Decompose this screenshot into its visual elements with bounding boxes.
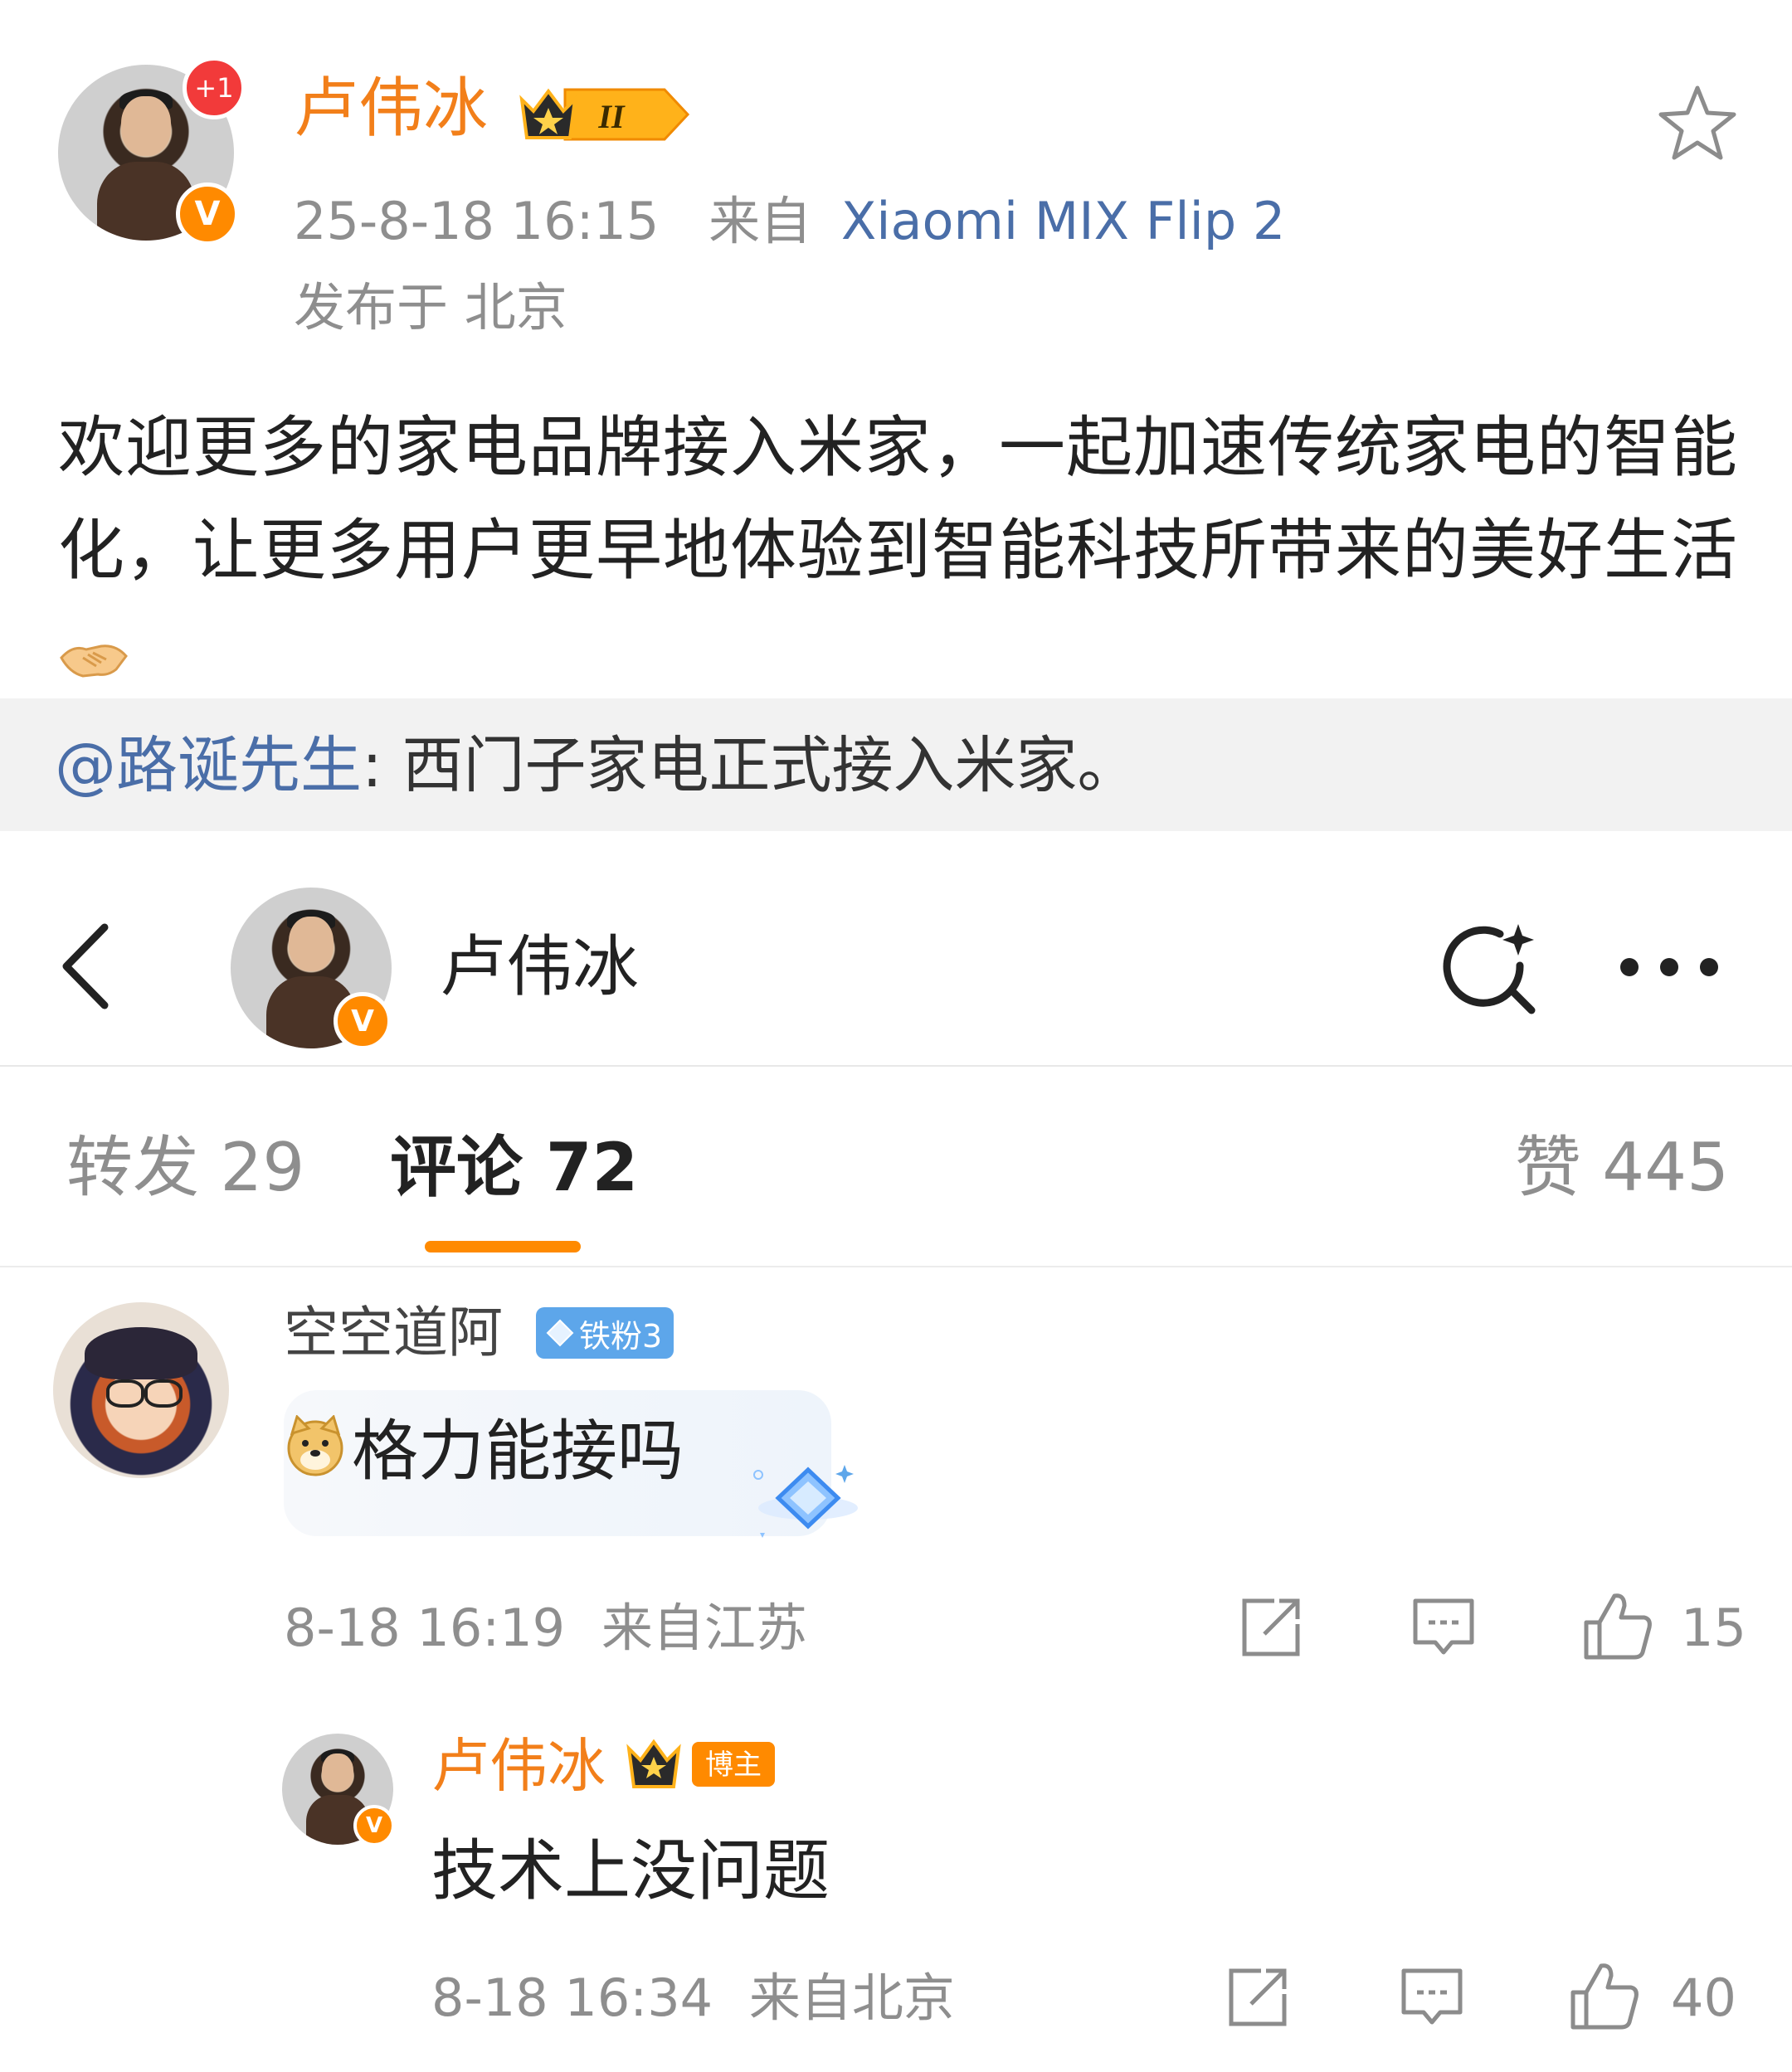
mention-link[interactable]: @路诞先生 — [55, 730, 362, 801]
commenter-avatar[interactable] — [53, 1302, 229, 1478]
like-thumb-icon[interactable] — [1568, 1959, 1641, 2032]
reply-text: 技术上没问题 — [431, 1832, 830, 1909]
post-text: 欢迎更多的家电品牌接入米家，一起加速传统家电的智能化，让更多用户更早地体验到智能… — [58, 396, 1751, 705]
more-options-icon[interactable] — [1618, 944, 1721, 990]
avatar-face — [121, 96, 171, 157]
reply-icon[interactable] — [1410, 1594, 1477, 1661]
reply-author-name[interactable]: 卢伟冰 — [431, 1737, 606, 1795]
reply-time: 8-18 16:34 — [431, 1967, 713, 2028]
avatar-glasses — [105, 1379, 144, 1408]
reply-icon[interactable] — [1399, 1964, 1465, 2031]
comment-meta: 8-18 16:19 来自江苏 — [284, 1603, 807, 1654]
back-arrow-icon[interactable] — [53, 921, 123, 1012]
comment-text: 格力能接吗 — [352, 1413, 684, 1490]
commenter-name[interactable]: 空空道阿 — [284, 1306, 503, 1360]
avatar-face — [322, 1753, 353, 1792]
verified-badge-icon: V — [353, 1805, 395, 1846]
doge-icon — [287, 1415, 343, 1476]
divider — [0, 1266, 1792, 1267]
share-icon[interactable] — [1238, 1594, 1304, 1661]
author-name[interactable]: 卢伟冰 — [294, 76, 488, 141]
avatar-face — [288, 916, 334, 971]
reply-location: 来自北京 — [748, 1967, 955, 2028]
level-label: II — [597, 98, 626, 135]
nav-user-name[interactable]: 卢伟冰 — [440, 934, 639, 1000]
comment-time: 8-18 16:19 — [284, 1598, 566, 1658]
post-source-prefix: 来自 — [709, 191, 812, 251]
quoted-repost-text: @路诞先生: 西门子家电正式接入米家。 — [55, 735, 1138, 796]
fan-badge-label: 铁粉3 — [579, 1317, 663, 1355]
handshake-icon — [60, 644, 128, 678]
reply-meta: 8-18 16:34 来自北京 — [431, 1972, 955, 2024]
fan-level-badge: 铁粉3 — [536, 1307, 674, 1359]
post-text-content: 欢迎更多的家电品牌接入米家，一起加速传统家电的智能化，让更多用户更早地体验到智能… — [58, 409, 1738, 589]
divider — [0, 1065, 1792, 1067]
verified-badge-icon: V — [176, 182, 239, 246]
post-time: 25-8-18 16:15 — [294, 191, 660, 251]
like-count: 15 — [1681, 1598, 1746, 1658]
author-badge-label: 博主 — [705, 1749, 762, 1782]
avatar-hair — [85, 1326, 197, 1380]
tab-like[interactable]: 赞 445 — [1515, 1135, 1729, 1201]
diamond-decoration-icon — [753, 1465, 858, 1538]
comment-location: 来自江苏 — [601, 1598, 807, 1658]
crown-level-badge-icon: II — [519, 88, 690, 141]
like-thumb-icon[interactable] — [1581, 1589, 1654, 1662]
post-meta: 25-8-18 16:15 来自 Xiaomi MIX Flip 2 — [294, 196, 1285, 247]
tab-repost[interactable]: 转发 29 — [66, 1135, 304, 1201]
verified-badge-icon: V — [334, 992, 392, 1050]
follow-plus-badge: +1 — [183, 56, 246, 119]
diamond-icon — [546, 1319, 574, 1347]
favorite-star-icon[interactable] — [1658, 83, 1737, 163]
search-icon[interactable] — [1440, 917, 1540, 1017]
quoted-text: : 西门子家电正式接入米家。 — [362, 730, 1139, 801]
active-tab-indicator — [425, 1241, 581, 1252]
like-count: 40 — [1671, 1967, 1736, 2028]
share-icon[interactable] — [1225, 1964, 1291, 2031]
post-location: 发布于 北京 — [294, 277, 567, 338]
tab-comment[interactable]: 评论 72 — [390, 1135, 638, 1201]
post-source-device[interactable]: Xiaomi MIX Flip 2 — [841, 191, 1286, 251]
avatar-glasses — [144, 1379, 183, 1408]
author-badge-icon: 博主 — [626, 1739, 775, 1788]
